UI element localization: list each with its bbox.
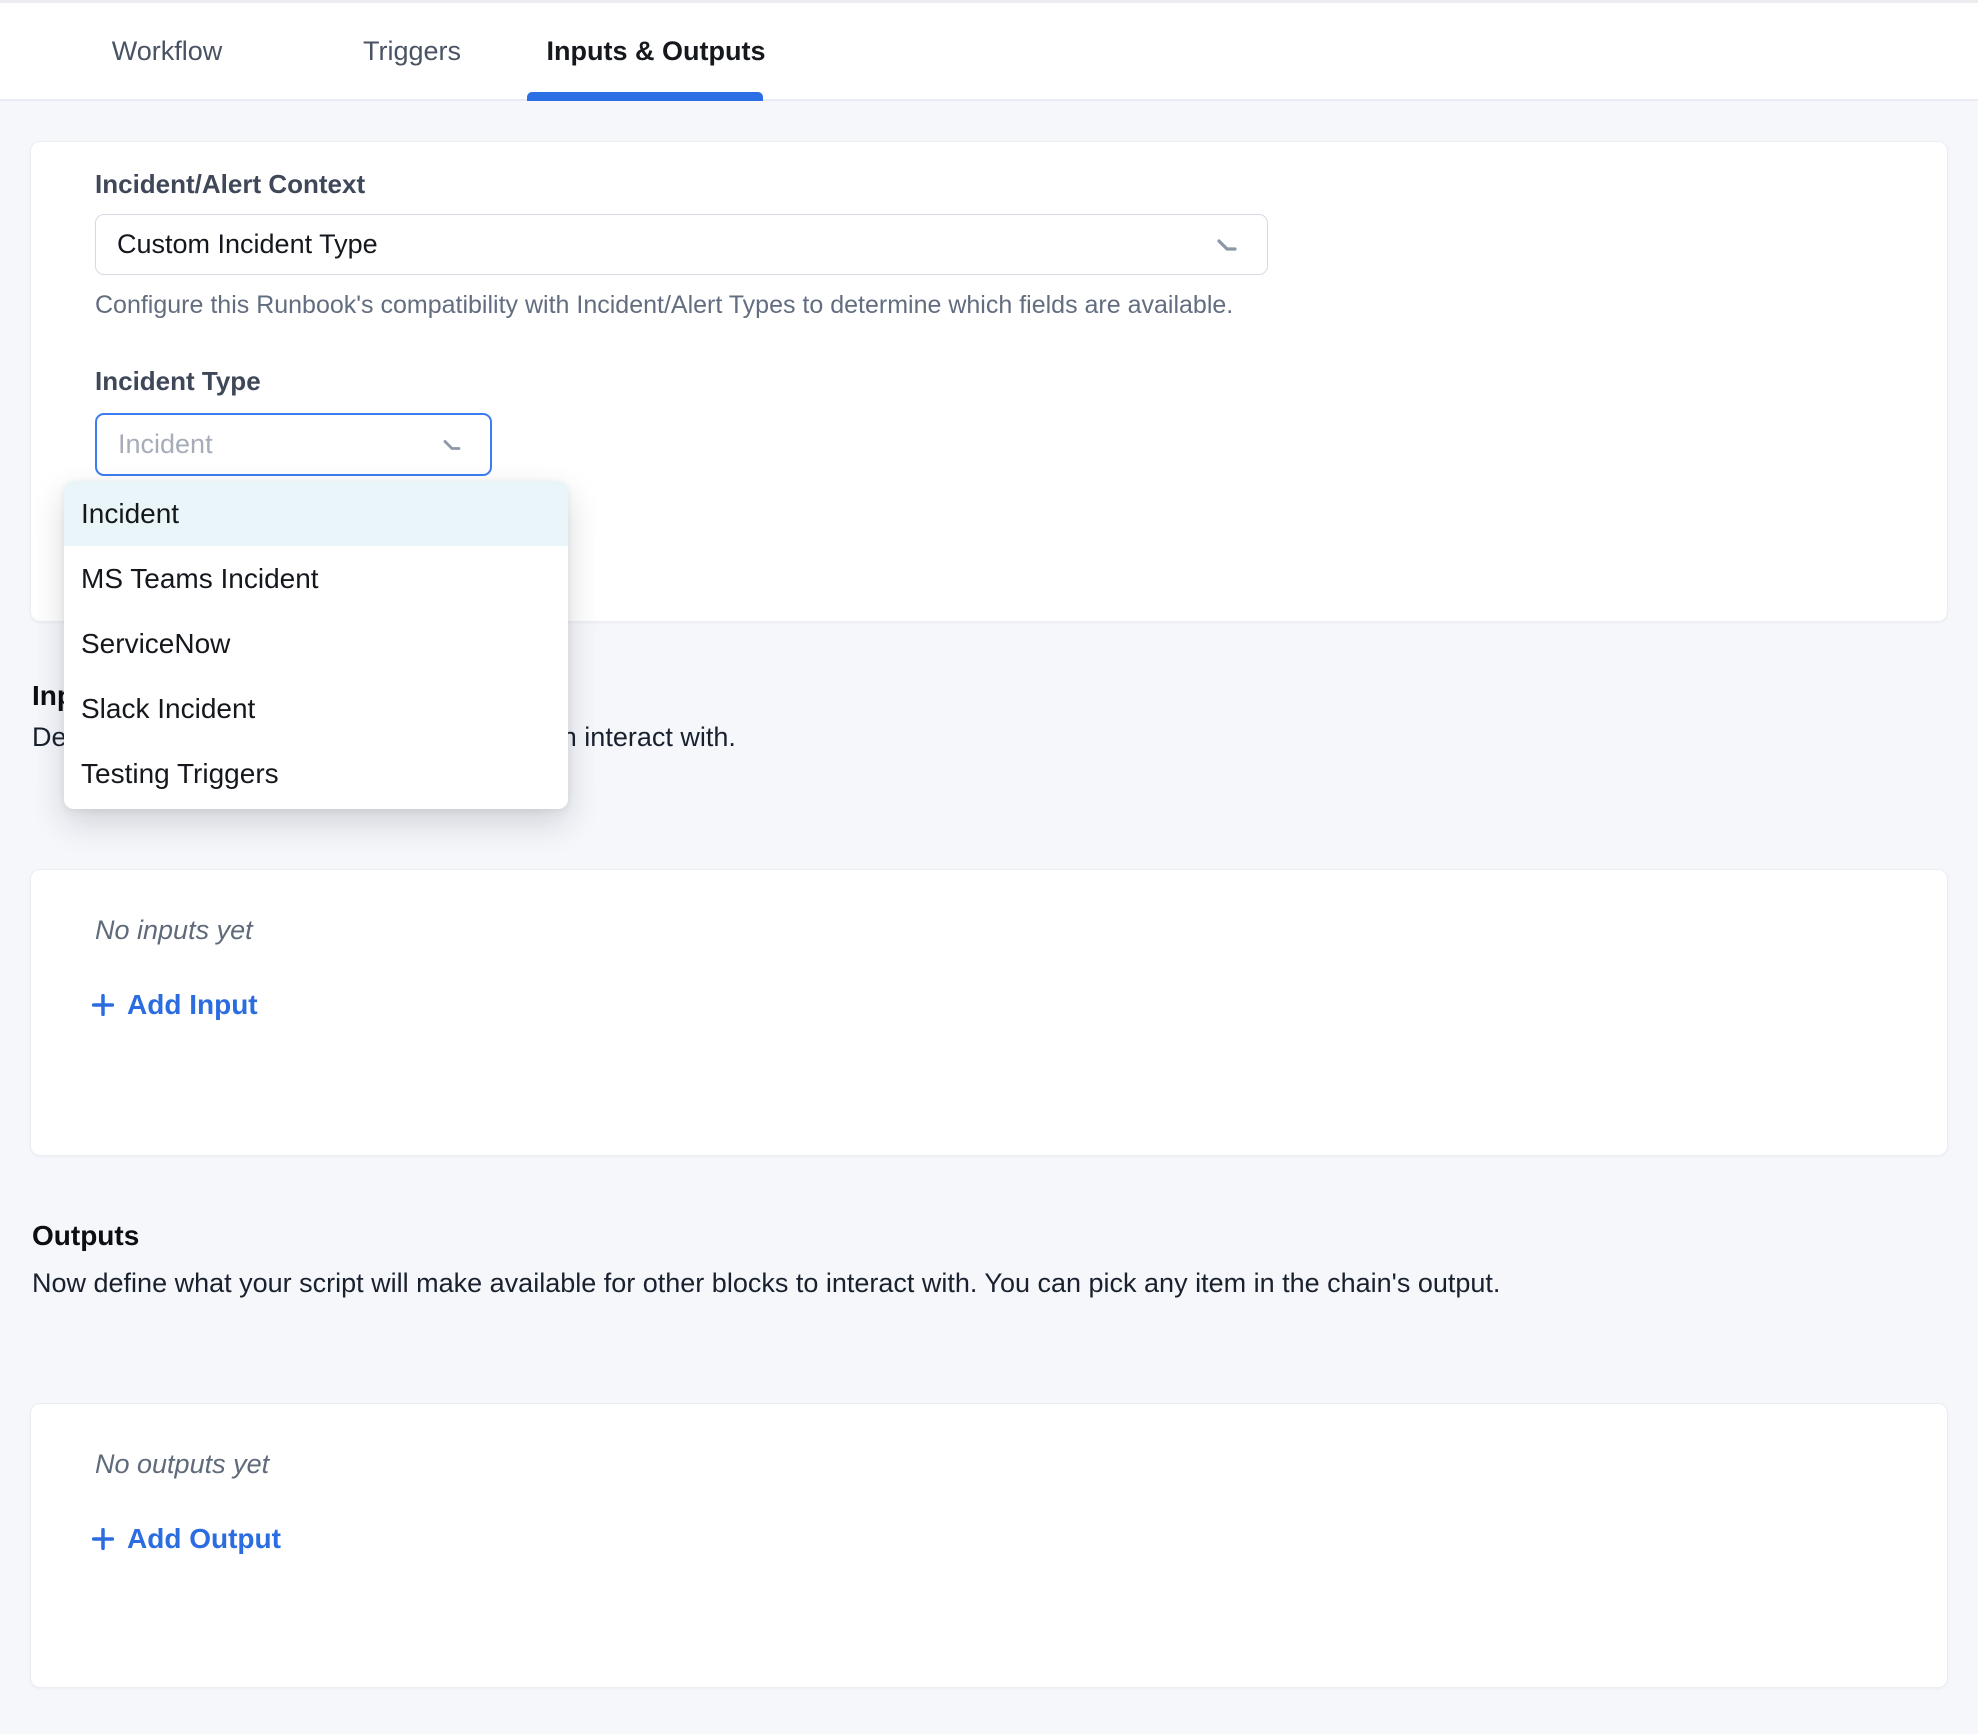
- tab-triggers[interactable]: Triggers: [360, 3, 464, 99]
- add-input-button[interactable]: Add Input: [89, 989, 258, 1021]
- outputs-section-description: Now define what your script will make av…: [32, 1268, 1500, 1299]
- tab-bar: Workflow Triggers Inputs & Outputs: [0, 0, 1978, 101]
- menu-item-incident[interactable]: Incident: [64, 481, 568, 546]
- plus-icon: [89, 991, 117, 1019]
- incident-type-label: Incident Type: [95, 366, 261, 397]
- menu-item-testing-triggers[interactable]: Testing Triggers: [64, 741, 568, 806]
- add-output-label: Add Output: [127, 1523, 281, 1555]
- tab-inputs-outputs[interactable]: Inputs & Outputs: [548, 3, 764, 99]
- incident-type-placeholder: Incident: [97, 429, 213, 460]
- add-output-button[interactable]: Add Output: [89, 1523, 281, 1555]
- outputs-card: No outputs yet Add Output: [30, 1403, 1948, 1688]
- plus-icon: [89, 1525, 117, 1553]
- outputs-section-title: Outputs: [32, 1220, 139, 1252]
- chevron-down-icon: [438, 431, 466, 459]
- tab-workflow[interactable]: Workflow: [109, 3, 225, 99]
- menu-item-servicenow[interactable]: ServiceNow: [64, 611, 568, 676]
- incident-alert-context-helper: Configure this Runbook's compatibility w…: [95, 291, 1233, 320]
- incident-alert-context-value: Custom Incident Type: [96, 229, 378, 260]
- runbook-settings-page: Workflow Triggers Inputs & Outputs Incid…: [0, 0, 1978, 1734]
- chevron-down-icon: [1211, 229, 1243, 261]
- incident-type-dropdown-menu: Incident MS Teams Incident ServiceNow Sl…: [64, 481, 568, 809]
- no-outputs-text: No outputs yet: [95, 1449, 269, 1480]
- incident-alert-context-select[interactable]: Custom Incident Type: [95, 214, 1268, 275]
- active-tab-indicator: [527, 92, 763, 101]
- menu-item-ms-teams-incident[interactable]: MS Teams Incident: [64, 546, 568, 611]
- inputs-card: No inputs yet Add Input: [30, 869, 1948, 1156]
- menu-item-slack-incident[interactable]: Slack Incident: [64, 676, 568, 741]
- no-inputs-text: No inputs yet: [95, 915, 253, 946]
- add-input-label: Add Input: [127, 989, 258, 1021]
- incident-type-select[interactable]: Incident: [95, 413, 492, 476]
- incident-alert-context-label: Incident/Alert Context: [95, 169, 365, 200]
